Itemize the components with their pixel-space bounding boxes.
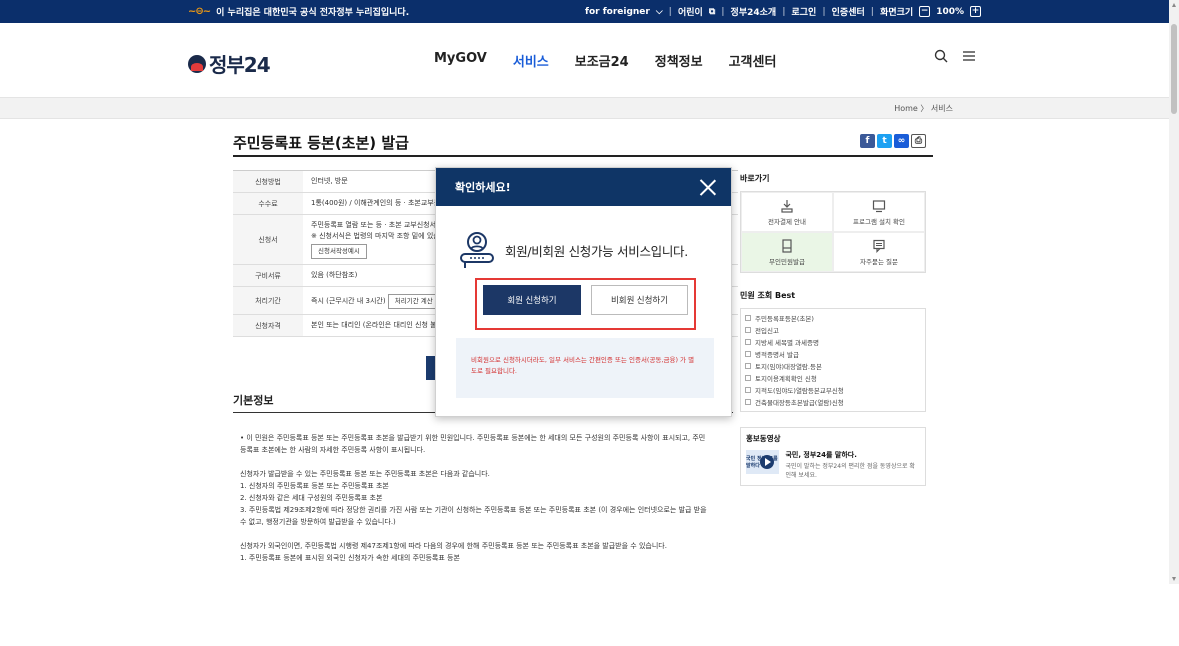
print-icon[interactable]: ⎙ bbox=[911, 134, 926, 148]
play-icon[interactable] bbox=[760, 455, 774, 469]
dialog-title: 확인하세요! bbox=[455, 181, 511, 194]
gov-notice: ~⊖~ 이 누리집은 대한민국 공식 전자정부 누리집입니다. bbox=[188, 6, 410, 18]
search-icon[interactable] bbox=[934, 49, 948, 63]
screen-size-label: 화면크기 bbox=[880, 8, 914, 18]
nav-mygov[interactable]: MyGOV bbox=[434, 51, 487, 70]
quick-links-title: 바로가기 bbox=[740, 174, 770, 183]
gov-mark-icon: ~⊖~ bbox=[188, 6, 211, 17]
scroll-up-icon[interactable] bbox=[1172, 3, 1176, 7]
zoom-out-button[interactable]: − bbox=[919, 6, 931, 17]
quick-program[interactable]: 프로그램 설치 확인 bbox=[833, 192, 925, 232]
promo-headline[interactable]: 국민, 정부24를 말하다. bbox=[785, 450, 920, 460]
promo-thumbnail[interactable]: 국민 정부24를 말하다 bbox=[746, 450, 780, 474]
user-member-icon bbox=[460, 232, 494, 268]
list-item[interactable]: 주민등록표등본(초본) bbox=[745, 312, 921, 324]
list-item[interactable]: 병적증명서 발급 bbox=[745, 348, 921, 360]
dialog-notice: 비회원으로 신청하시더라도, 일부 서비스는 간편인증 또는 인증서(공동,금융… bbox=[456, 338, 714, 398]
bullet-box-icon bbox=[745, 351, 751, 357]
main-nav: MyGOV 서비스 보조금24 정책정보 고객센터 bbox=[434, 51, 776, 70]
list-item[interactable]: 토지(임야)대장열람.등본 bbox=[745, 360, 921, 372]
blank-area bbox=[0, 584, 1179, 646]
form-example-button[interactable]: 신청서작성예시 bbox=[311, 244, 367, 259]
list-item[interactable]: 지방세 세목별 과세증명 bbox=[745, 336, 921, 348]
nav-service[interactable]: 서비스 bbox=[513, 51, 549, 70]
cert-center-link[interactable]: 인증센터 bbox=[832, 5, 865, 18]
site-header: 정부24 MyGOV 서비스 보조금24 정책정보 고객센터 bbox=[0, 23, 1169, 97]
scroll-down-icon[interactable] bbox=[1172, 577, 1176, 581]
list-item[interactable]: 건축물대장등초본발급(열람)신청 bbox=[745, 396, 921, 408]
quick-links: 전자결제 안내 프로그램 설치 확인 무인민원발급 자주묻는 질문 bbox=[740, 191, 926, 273]
close-icon[interactable] bbox=[699, 178, 717, 196]
link-icon[interactable]: ∞ bbox=[894, 134, 909, 148]
basic-info-text: • 이 민원은 주민등록표 등본 또는 주민등록표 초본을 발급받기 위한 민원… bbox=[240, 434, 707, 562]
quick-payment[interactable]: 전자결제 안내 bbox=[741, 192, 833, 232]
external-link-icon: ⧉ bbox=[708, 6, 716, 17]
quick-kiosk[interactable]: 무인민원발급 bbox=[741, 232, 833, 272]
title-divider bbox=[233, 155, 933, 157]
bullet-box-icon bbox=[745, 387, 751, 393]
breadcrumb[interactable]: Home 〉 서비스 bbox=[894, 103, 953, 114]
guest-apply-button[interactable]: 비회원 신청하기 bbox=[591, 285, 688, 315]
best-list: 주민등록표등본(초본) 전입신고 지방세 세목별 과세증명 병적증명서 발급 토… bbox=[740, 308, 926, 412]
kids-link[interactable]: 어린이 bbox=[678, 5, 703, 18]
quick-faq[interactable]: 자주묻는 질문 bbox=[833, 232, 925, 272]
right-sidebar: 바로가기 전자결제 안내 프로그램 설치 확인 무인민원발급 자주묻는 질문 민… bbox=[740, 163, 926, 486]
promo-video: 홍보동영상 국민 정부24를 말하다 국민, 정부24를 말하다. 국민이 말하… bbox=[740, 427, 926, 486]
bullet-box-icon bbox=[745, 327, 751, 333]
zoom-level: 100% bbox=[936, 6, 964, 17]
site-logo[interactable]: 정부24 bbox=[188, 49, 271, 78]
list-item[interactable]: 토지이용계획확인 신청 bbox=[745, 372, 921, 384]
taegeuk-logo-icon bbox=[188, 54, 206, 73]
promo-desc: 국민이 말하는 정부24의 편리한 점을 동영상으로 확인해 보세요. bbox=[785, 463, 915, 479]
bullet-box-icon bbox=[745, 399, 751, 405]
payment-icon bbox=[781, 199, 793, 213]
dialog-header: 확인하세요! bbox=[436, 168, 731, 206]
member-apply-button[interactable]: 회원 신청하기 bbox=[483, 285, 581, 315]
confirm-dialog: 확인하세요! 회원/비회원 신청가능 서비스입니다. 회원 신청하기 비회원 신… bbox=[435, 167, 732, 417]
best-title: 민원 조회 Best bbox=[740, 291, 796, 300]
utility-links: for foreigner ⌵ | 어린이 ⧉ | 정부24소개 | 로그인 |… bbox=[585, 5, 981, 18]
list-item[interactable]: 지적도(임야도)열람등본교부신청 bbox=[745, 384, 921, 396]
kiosk-icon bbox=[782, 238, 792, 253]
intro-link[interactable]: 정부24소개 bbox=[731, 5, 777, 18]
twitter-icon[interactable]: t bbox=[877, 134, 892, 148]
zoom-in-button[interactable]: + bbox=[970, 6, 981, 17]
promo-title: 홍보동영상 bbox=[746, 434, 781, 443]
scrollbar-thumb[interactable] bbox=[1171, 24, 1177, 114]
monitor-icon bbox=[872, 199, 886, 212]
bullet-box-icon bbox=[745, 339, 751, 345]
bullet-box-icon bbox=[745, 375, 751, 381]
chevron-down-icon[interactable]: ⌵ bbox=[656, 7, 663, 17]
menu-icon[interactable] bbox=[962, 49, 976, 63]
header-icons bbox=[934, 49, 976, 63]
nav-customer[interactable]: 고객센터 bbox=[729, 51, 777, 70]
faq-icon bbox=[873, 239, 885, 253]
page-title: 주민등록표 등본(초본) 발급 bbox=[233, 134, 409, 152]
bullet-box-icon bbox=[745, 315, 751, 321]
nav-subsidy[interactable]: 보조금24 bbox=[575, 51, 629, 70]
dialog-message: 회원/비회원 신청가능 서비스입니다. bbox=[458, 230, 688, 270]
scrollbar[interactable] bbox=[1169, 0, 1179, 584]
gov-notice-bar: ~⊖~ 이 누리집은 대한민국 공식 전자정부 누리집입니다. for fore… bbox=[0, 0, 1169, 23]
breadcrumb-strip: Home 〉 서비스 bbox=[0, 97, 1169, 119]
list-item[interactable]: 전입신고 bbox=[745, 324, 921, 336]
share-tools: f t ∞ ⎙ bbox=[860, 134, 926, 148]
login-link[interactable]: 로그인 bbox=[792, 5, 817, 18]
nav-policy[interactable]: 정책정보 bbox=[655, 51, 703, 70]
bullet-box-icon bbox=[745, 363, 751, 369]
foreigner-link[interactable]: for foreigner bbox=[585, 7, 650, 17]
section-heading: 기본정보 bbox=[233, 394, 274, 407]
facebook-icon[interactable]: f bbox=[860, 134, 875, 148]
